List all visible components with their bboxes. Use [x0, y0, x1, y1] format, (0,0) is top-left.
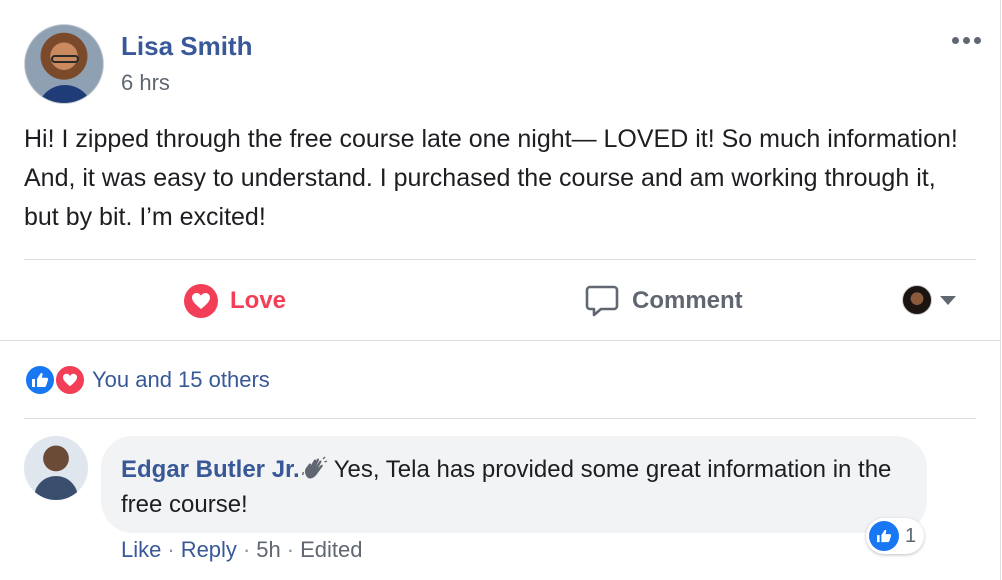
commenter-avatar[interactable]	[24, 436, 88, 500]
reactions-summary[interactable]: You and 15 others	[24, 362, 270, 398]
comment-reaction-number: 1	[905, 524, 917, 547]
post-timestamp[interactable]: 6 hrs	[121, 70, 170, 96]
love-button[interactable]: Love	[184, 276, 286, 326]
like-reaction-icon	[869, 521, 899, 551]
comment-timestamp[interactable]: 5h	[256, 537, 280, 563]
heart-icon	[184, 284, 218, 318]
comment-icon	[585, 285, 619, 317]
current-user-avatar	[902, 285, 932, 315]
post-as-selector[interactable]	[902, 284, 956, 316]
comment-reply-link[interactable]: Reply	[181, 537, 237, 563]
divider	[24, 259, 976, 260]
waving-hand-icon	[301, 456, 327, 479]
comment-bubble: Edgar Butler Jr. Yes, Tela has provided s…	[101, 436, 927, 533]
love-reaction-icon	[54, 364, 86, 396]
divider	[0, 340, 1001, 341]
post-card: Lisa Smith 6 hrs Hi! I zipped through th…	[0, 0, 1001, 580]
comment-reaction-count[interactable]: 1	[866, 518, 925, 554]
caret-down-icon	[940, 295, 956, 305]
separator-dot: ·	[286, 537, 295, 562]
separator-dot: ·	[242, 537, 251, 562]
avatar-glasses	[51, 55, 79, 63]
comment-actions: Like · Reply · 5h · Edited	[121, 537, 362, 563]
avatar-body	[34, 476, 78, 500]
reactions-summary-text[interactable]: You and 15 others	[92, 367, 270, 393]
like-reaction-icon	[24, 364, 56, 396]
comment-button-label: Comment	[632, 287, 743, 314]
commenter-name[interactable]: Edgar Butler Jr.	[121, 456, 300, 483]
comment-like-link[interactable]: Like	[121, 537, 161, 563]
author-avatar[interactable]	[24, 24, 104, 104]
post-body-text: Hi! I zipped through the free course lat…	[24, 125, 958, 231]
comment-button[interactable]: Comment	[584, 276, 743, 326]
post-author-name[interactable]: Lisa Smith	[121, 31, 252, 62]
comment-edited-label[interactable]: Edited	[300, 537, 362, 563]
avatar-shirt	[37, 85, 93, 103]
more-options-icon[interactable]	[948, 26, 984, 54]
love-button-label: Love	[230, 287, 287, 314]
separator-dot: ·	[167, 537, 175, 562]
divider	[24, 418, 976, 419]
